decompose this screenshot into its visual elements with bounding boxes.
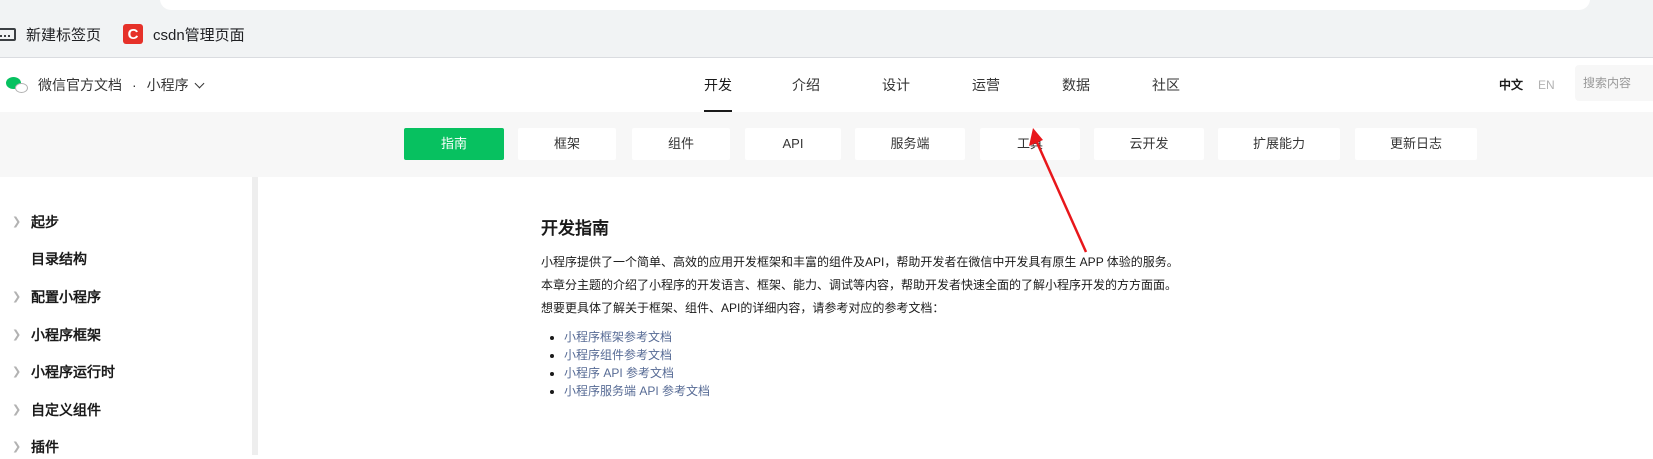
sidebar-item-label: 自定义组件 (31, 402, 101, 418)
sidebar-item-label: 插件 (31, 439, 59, 455)
sidebar: ❯ 起步 目录结构 ❯ 配置小程序 ❯ 小程序框架 ❯ 小程序运行时 ❯ 自定义… (0, 177, 258, 455)
chevron-right-icon: ❯ (12, 216, 22, 228)
csdn-icon: C (123, 24, 143, 44)
list-item: 小程序框架参考文档 (564, 328, 1241, 346)
tab-operate[interactable]: 运营 (972, 58, 1000, 112)
link-api-reference[interactable]: 小程序 API 参考文档 (564, 366, 674, 380)
tab-intro[interactable]: 介绍 (792, 58, 820, 112)
chevron-right-icon: ❯ (12, 404, 22, 416)
address-bar-area (0, 0, 1653, 11)
bookmark-new-tab[interactable]: 新建标签页 (0, 23, 101, 45)
subnav-extensions[interactable]: 扩展能力 (1218, 128, 1340, 160)
top-navigation: 微信官方文档 · 小程序 开发 介绍 设计 运营 数据 社区 中文 EN 搜索内… (0, 58, 1653, 113)
sidebar-item-config[interactable]: ❯ 配置小程序 (0, 285, 250, 309)
sidebar-item-label: 配置小程序 (31, 289, 101, 305)
chevron-right-icon: ❯ (12, 366, 22, 378)
chevron-down-icon (194, 78, 205, 88)
link-framework-reference[interactable]: 小程序框架参考文档 (564, 330, 672, 344)
lang-chinese[interactable]: 中文 (1499, 58, 1523, 112)
product-selector[interactable]: 小程序 (146, 75, 205, 95)
tab-data[interactable]: 数据 (1062, 58, 1090, 112)
tabs-icon (0, 27, 16, 41)
sidebar-item-label: 小程序运行时 (31, 364, 115, 380)
lang-english[interactable]: EN (1538, 58, 1555, 112)
intro-paragraph: 小程序提供了一个简单、高效的应用开发框架和丰富的组件及API，帮助开发者在微信中… (541, 255, 1179, 269)
bookmark-label: 新建标签页 (26, 26, 102, 44)
bookmark-csdn[interactable]: C csdn管理页面 (123, 23, 245, 45)
subnav-server[interactable]: 服务端 (855, 128, 965, 160)
tab-design[interactable]: 设计 (882, 58, 910, 112)
list-item: 小程序组件参考文档 (564, 346, 1241, 364)
address-bar[interactable] (160, 0, 1590, 10)
link-server-api-reference[interactable]: 小程序服务端 API 参考文档 (564, 384, 710, 398)
list-item: 小程序服务端 API 参考文档 (564, 382, 1241, 400)
search-input[interactable]: 搜索内容 (1575, 65, 1653, 101)
brand-title[interactable]: 微信官方文档 (38, 75, 122, 95)
link-components-reference[interactable]: 小程序组件参考文档 (564, 348, 672, 362)
intro-paragraph: 本章分主题的介绍了小程序的开发语言、框架、能力、调试等内容，帮助开发者快速全面的… (541, 278, 1178, 292)
tab-community[interactable]: 社区 (1152, 58, 1180, 112)
sidebar-item-getting-started[interactable]: ❯ 起步 (0, 210, 250, 234)
page-title: 开发指南 (541, 219, 609, 238)
chevron-right-icon: ❯ (12, 441, 22, 453)
list-item: 小程序 API 参考文档 (564, 364, 1241, 382)
subnav-changelog[interactable]: 更新日志 (1355, 128, 1477, 160)
subnav-api[interactable]: API (745, 128, 841, 160)
subnav-framework[interactable]: 框架 (518, 128, 616, 160)
product-label: 小程序 (146, 77, 189, 93)
bookmarks-bar: 新建标签页 C csdn管理页面 (0, 11, 1653, 58)
sidebar-item-framework[interactable]: ❯ 小程序框架 (0, 323, 250, 347)
subnav-cloud-dev[interactable]: 云开发 (1094, 128, 1204, 160)
main-content: 开发指南 小程序提供了一个简单、高效的应用开发框架和丰富的组件及API，帮助开发… (541, 214, 1241, 400)
brand: 微信官方文档 · 小程序 (6, 58, 205, 112)
tab-develop[interactable]: 开发 (704, 58, 732, 112)
sidebar-item-runtime[interactable]: ❯ 小程序运行时 (0, 360, 250, 384)
sidebar-item-plugins[interactable]: ❯ 插件 (0, 435, 250, 459)
brand-separator: · (132, 77, 137, 93)
subnav-tools[interactable]: 工具 (980, 128, 1080, 160)
subnav-guide[interactable]: 指南 (404, 128, 504, 160)
sidebar-item-label: 小程序框架 (31, 327, 101, 343)
chevron-right-icon: ❯ (12, 329, 22, 341)
sub-navigation: 指南 框架 组件 API 服务端 工具 云开发 扩展能力 更新日志 (0, 112, 1653, 177)
reference-links: 小程序框架参考文档 小程序组件参考文档 小程序 API 参考文档 小程序服务端 … (541, 328, 1241, 400)
intro-paragraph: 想要更具体了解关于框架、组件、API的详细内容，请参考对应的参考文档： (541, 301, 945, 315)
sidebar-item-label: 起步 (31, 214, 59, 230)
wechat-logo-icon (6, 75, 30, 95)
subnav-components[interactable]: 组件 (632, 128, 730, 160)
chevron-right-icon: ❯ (12, 291, 22, 303)
bookmark-label: csdn管理页面 (153, 26, 245, 44)
sidebar-item-directory[interactable]: 目录结构 (0, 247, 250, 271)
sidebar-item-custom-components[interactable]: ❯ 自定义组件 (0, 398, 250, 422)
sidebar-item-label: 目录结构 (31, 251, 87, 267)
